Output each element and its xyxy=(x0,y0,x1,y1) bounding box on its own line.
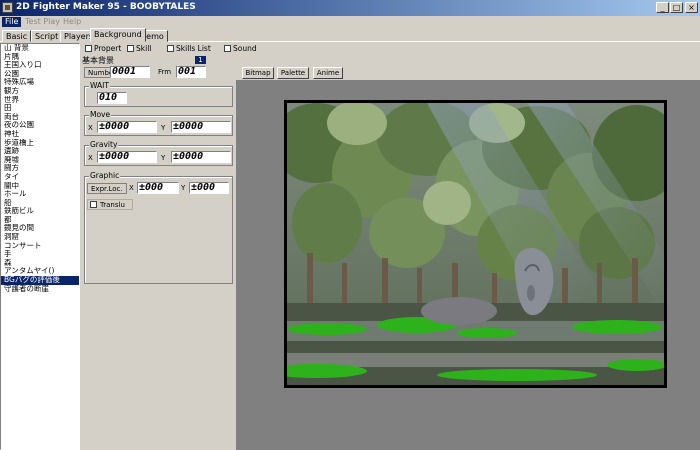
translu-label: Translu xyxy=(100,201,125,209)
list-item[interactable]: 片隅 xyxy=(1,53,79,62)
gravity-label: Gravity xyxy=(89,140,119,150)
gravity-group: Gravity X ±0000 Y ±0000 xyxy=(84,140,233,166)
app-icon[interactable] xyxy=(2,2,13,13)
list-item[interactable]: 世界 xyxy=(1,96,79,105)
list-item[interactable]: コンサート xyxy=(1,242,79,251)
background-id: 1 xyxy=(195,56,206,64)
tab-basic[interactable]: Basic xyxy=(2,30,32,42)
subtab-propert[interactable]: Propert xyxy=(84,44,121,54)
list-item[interactable]: 手 xyxy=(1,250,79,259)
wait-label: WAIT xyxy=(89,81,110,91)
list-item[interactable]: 闇中 xyxy=(1,182,79,191)
wait-field[interactable]: 010 xyxy=(97,92,127,104)
checkbox-icon xyxy=(85,45,92,52)
background-preview[interactable] xyxy=(284,100,667,388)
frm-field[interactable]: 001 xyxy=(176,66,206,78)
main-tabs: Basic Script Players Background Demo xyxy=(0,28,700,42)
list-item[interactable]: 山 背景 xyxy=(1,44,79,53)
menu-bar: File Test Play Help xyxy=(0,16,700,28)
background-list[interactable]: 山 背景 片隅 王国入り口 公園 特殊広場 観方 世界 田 両台 夜の公園 神社… xyxy=(0,43,80,450)
checkbox-icon xyxy=(167,45,174,52)
list-item[interactable]: 両台 xyxy=(1,113,79,122)
list-item[interactable]: 守護者の断崖 xyxy=(1,285,79,294)
list-item[interactable]: 神社 xyxy=(1,130,79,139)
subtab-label: Skills List xyxy=(176,44,211,53)
wait-group: WAIT 010 xyxy=(84,81,233,107)
list-item[interactable]: 鏡見の間 xyxy=(1,224,79,233)
maximize-button[interactable]: □ xyxy=(670,2,683,13)
title-bar: 2D Fighter Maker 95 - BOOBYTALES _ □ × xyxy=(0,0,700,16)
move-group: Move X ±0000 Y ±0000 xyxy=(84,110,233,136)
menu-file[interactable]: File xyxy=(2,17,22,27)
graphic-x-field[interactable]: ±000 xyxy=(137,182,179,194)
translu-checkbox[interactable]: Translu xyxy=(87,199,133,210)
expr-loc-label: Expr.Loc. xyxy=(87,183,127,194)
list-item[interactable]: 王国入り口 xyxy=(1,61,79,70)
list-item[interactable]: 特殊広場 xyxy=(1,78,79,87)
graphic-label: Graphic xyxy=(89,171,121,181)
move-x-field[interactable]: ±0000 xyxy=(97,121,157,133)
list-item-selected[interactable]: BGバグの評価後 xyxy=(1,276,79,285)
sub-tabs: Propert Skill Skills List Sound xyxy=(82,43,700,55)
graphic-y-field[interactable]: ±000 xyxy=(189,182,229,194)
list-item[interactable]: ホール xyxy=(1,190,79,199)
list-item[interactable]: 公園 xyxy=(1,70,79,79)
list-item[interactable]: 洞窟 xyxy=(1,233,79,242)
list-item[interactable]: 観方 xyxy=(1,87,79,96)
anime-button[interactable]: Anime xyxy=(313,67,343,79)
list-item[interactable]: タイ xyxy=(1,173,79,182)
background-name[interactable]: 基本背景 xyxy=(82,56,114,65)
gravity-x-field[interactable]: ±0000 xyxy=(97,151,157,163)
checkbox-icon xyxy=(127,45,134,52)
gravity-x-label: X xyxy=(88,154,93,162)
subtab-label: Sound xyxy=(233,44,257,53)
subtab-label: Skill xyxy=(136,44,152,53)
close-button[interactable]: × xyxy=(685,2,698,13)
background-name-row: 基本背景 1 xyxy=(82,55,700,65)
move-y-label: Y xyxy=(161,124,166,132)
frm-label: Frm xyxy=(158,68,172,76)
menu-help[interactable]: Help xyxy=(60,17,84,27)
subtab-skill[interactable]: Skill xyxy=(126,44,151,54)
graphic-x-label: X xyxy=(129,184,134,192)
move-y-field[interactable]: ±0000 xyxy=(171,121,231,133)
list-item[interactable]: 遺跡 xyxy=(1,147,79,156)
move-label: Move xyxy=(89,110,112,120)
window-title: 2D Fighter Maker 95 - BOOBYTALES xyxy=(16,2,196,12)
forest-scene-image xyxy=(287,103,664,385)
palette-button[interactable]: Palette xyxy=(277,67,309,79)
tab-script[interactable]: Script xyxy=(31,30,63,42)
checkbox-icon xyxy=(224,45,231,52)
menu-test-play[interactable]: Test Play xyxy=(22,17,63,27)
list-item[interactable]: 廃墟 xyxy=(1,156,79,165)
list-item[interactable]: 船 xyxy=(1,199,79,208)
gravity-y-field[interactable]: ±0000 xyxy=(171,151,231,163)
tab-background[interactable]: Background xyxy=(90,28,146,42)
number-field[interactable]: 0001 xyxy=(110,66,150,78)
list-item[interactable]: 森 xyxy=(1,259,79,268)
list-item[interactable]: 夜の公園 xyxy=(1,121,79,130)
bitmap-button[interactable]: Bitmap xyxy=(242,67,274,79)
list-item[interactable]: 都 xyxy=(1,216,79,225)
subtab-skills-list[interactable]: Skills List xyxy=(166,44,211,54)
list-item[interactable]: アンタムヤイ() xyxy=(1,267,79,276)
graphic-y-label: Y xyxy=(181,184,186,192)
list-item[interactable]: 鉄筋ビル xyxy=(1,207,79,216)
minimize-button[interactable]: _ xyxy=(656,2,669,13)
checkbox-icon xyxy=(90,201,97,208)
preview-area[interactable] xyxy=(236,80,700,450)
subtab-label: Propert xyxy=(94,44,122,53)
move-x-label: X xyxy=(88,124,93,132)
graphic-group: Graphic Expr.Loc. X ±000 Y ±000 Translu xyxy=(84,171,233,284)
list-item[interactable]: 歩道橋上 xyxy=(1,139,79,148)
list-item[interactable]: 闘方 xyxy=(1,164,79,173)
gravity-y-label: Y xyxy=(161,154,166,162)
subtab-sound[interactable]: Sound xyxy=(223,44,257,54)
list-item[interactable]: 田 xyxy=(1,104,79,113)
